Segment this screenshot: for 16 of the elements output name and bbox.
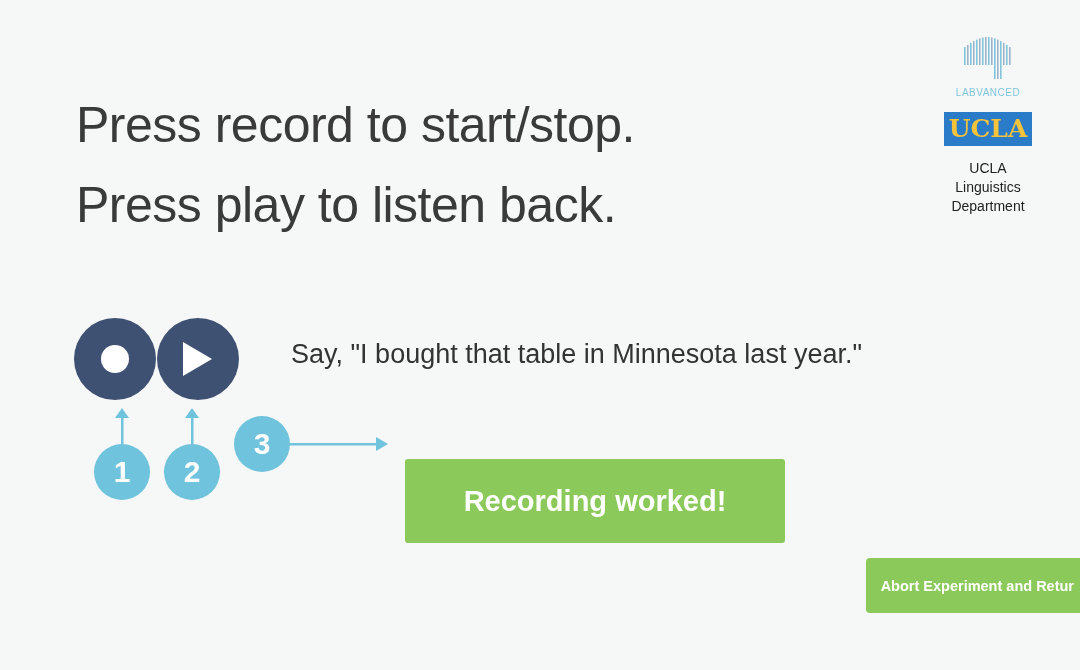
department-text: UCLA Linguistics Department — [950, 159, 1026, 216]
ucla-logo: UCLA — [943, 112, 1033, 146]
step-number: 1 — [94, 444, 150, 500]
instruction-text: Press record to start/stop. — [76, 96, 635, 155]
instruction-text: Press play to listen back. — [76, 176, 618, 235]
logo-text: LABVANCED — [955, 87, 1021, 98]
play-icon — [183, 342, 213, 376]
step-number: 2 — [164, 444, 220, 500]
recording-status-button[interactable]: Recording worked! — [405, 459, 785, 543]
abort-button[interactable]: Abort Experiment and Retur — [865, 558, 1080, 613]
right-arrow-icon — [290, 437, 388, 451]
up-arrow-icon — [185, 408, 199, 444]
prompt-text: Say, "I bought that table in Minnesota last year." — [291, 338, 862, 370]
up-arrow-icon — [115, 408, 129, 444]
step-number: 3 — [234, 416, 290, 472]
record-icon — [100, 344, 130, 374]
